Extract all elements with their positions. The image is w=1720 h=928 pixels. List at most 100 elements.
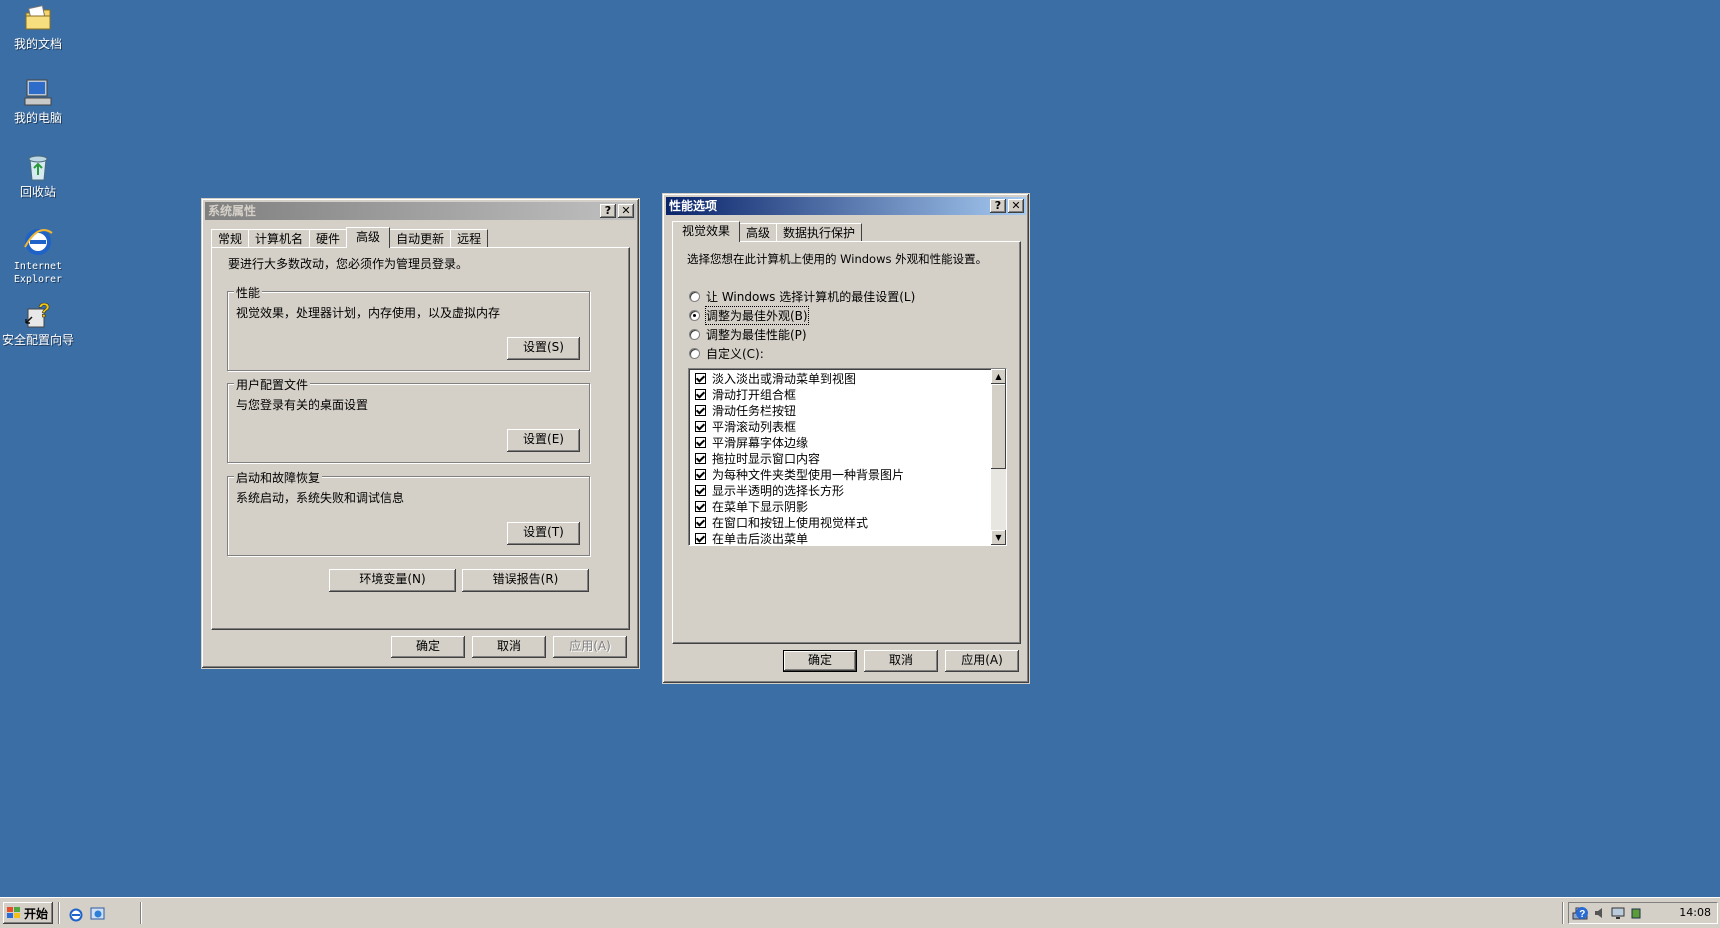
system-tray: ? 14:08 xyxy=(1568,902,1718,924)
sysprops-tabs: 常规 计算机名 硬件 高级 自动更新 远程 xyxy=(211,227,489,248)
visual-effects-list[interactable]: 淡入淡出或滑动菜单到视图 滑动打开组合框 滑动任务栏按钮 平滑滚动列表框 平滑屏… xyxy=(688,368,1007,546)
user-profiles-settings-button[interactable]: 设置(E) xyxy=(507,429,580,452)
desktop-icon-my-computer[interactable]: 我的电脑 xyxy=(0,77,83,125)
tab-advanced[interactable]: 高级 xyxy=(346,227,391,248)
group-title: 性能 xyxy=(234,284,263,301)
list-item[interactable]: 为每种文件夹类型使用一种背景图片 xyxy=(695,467,905,482)
taskbar: 开始 ? 14:08 xyxy=(0,897,1720,928)
desktop: 我的文档 我的电脑 回收站 Internet Explorer ? 安全配置向导… xyxy=(0,0,1720,897)
admin-note: 要进行大多数改动，您必须作为管理员登录。 xyxy=(228,257,469,271)
group-title: 启动和故障恢复 xyxy=(234,469,323,486)
desktop-icon-recycle-bin[interactable]: 回收站 xyxy=(0,151,83,199)
close-button[interactable]: ✕ xyxy=(1008,199,1024,213)
tab-visual-effects[interactable]: 视觉效果 xyxy=(672,221,741,242)
list-item-label: 在菜单下显示阴影 xyxy=(712,499,809,514)
tab-remote[interactable]: 远程 xyxy=(450,229,489,247)
error-reporting-button[interactable]: 错误报告(R) xyxy=(462,569,589,592)
environment-variables-button[interactable]: 环境变量(N) xyxy=(329,569,456,592)
checkbox[interactable] xyxy=(695,500,706,512)
security-wizard-icon: ? xyxy=(22,299,54,331)
radio-let-windows-choose[interactable]: 让 Windows 选择计算机的最佳设置(L) xyxy=(689,288,915,305)
desktop-icon-security-wizard[interactable]: ? 安全配置向导 xyxy=(0,299,83,347)
visual-effects-tab-panel: 选择您想在此计算机上使用的 Windows 外观和性能设置。 让 Windows… xyxy=(672,241,1021,644)
startup-recovery-group: 启动和故障恢复 系统启动，系统失败和调试信息 设置(T) xyxy=(227,469,590,556)
show-desktop-quicklaunch-icon[interactable] xyxy=(90,906,106,922)
window-title: 系统属性 xyxy=(208,204,257,218)
desktop-icon-label: 回收站 xyxy=(19,185,56,199)
performance-options-window: 性能选项 ? ✕ 视觉效果 高级 数据执行保护 选择您想在此计算机上使用的 Wi… xyxy=(662,193,1030,684)
checkbox[interactable] xyxy=(695,484,706,496)
tab-advanced[interactable]: 高级 xyxy=(739,223,778,241)
checkbox[interactable] xyxy=(695,532,706,544)
checkbox[interactable] xyxy=(695,388,706,400)
close-button[interactable]: ✕ xyxy=(618,204,634,218)
clock[interactable]: 14:08 xyxy=(1679,906,1711,919)
list-item[interactable]: 在单击后淡出菜单 xyxy=(695,531,808,545)
desktop-icon-internet-explorer[interactable]: Internet Explorer xyxy=(0,225,83,286)
list-item[interactable]: 淡入淡出或滑动菜单到视图 xyxy=(695,371,856,386)
radio-circle xyxy=(689,291,700,302)
tab-hardware[interactable]: 硬件 xyxy=(309,229,348,247)
checkbox[interactable] xyxy=(695,404,706,416)
tab-automatic-updates[interactable]: 自动更新 xyxy=(389,229,452,247)
quick-launch-separator xyxy=(58,902,60,924)
start-button[interactable]: 开始 xyxy=(3,902,53,924)
list-item[interactable]: 显示半透明的选择长方形 xyxy=(695,483,844,498)
cancel-button[interactable]: 取消 xyxy=(864,650,938,672)
intro-text: 选择您想在此计算机上使用的 Windows 外观和性能设置。 xyxy=(687,252,988,266)
desktop-icon-label: Internet Explorer xyxy=(13,261,63,285)
cancel-button[interactable]: 取消 xyxy=(472,636,546,658)
perfopts-tabs: 视觉效果 高级 数据执行保护 xyxy=(672,221,863,242)
tab-computer-name[interactable]: 计算机名 xyxy=(248,229,311,247)
desktop-icon-label: 我的电脑 xyxy=(13,111,62,125)
list-item[interactable]: 平滑屏幕字体边缘 xyxy=(695,435,808,450)
list-item[interactable]: 滑动任务栏按钮 xyxy=(695,403,797,418)
list-item[interactable]: 平滑滚动列表框 xyxy=(695,419,797,434)
startup-recovery-settings-button[interactable]: 设置(T) xyxy=(507,522,580,545)
checkbox[interactable] xyxy=(695,436,706,448)
radio-best-performance[interactable]: 调整为最佳性能(P) xyxy=(689,326,807,343)
list-item[interactable]: 在窗口和按钮上使用视觉样式 xyxy=(695,515,868,530)
list-item[interactable]: 拖拉时显示窗口内容 xyxy=(695,451,820,466)
help-tray-icon[interactable]: ? xyxy=(1575,906,1589,920)
security-tray-icon[interactable] xyxy=(1629,906,1643,920)
desktop-icon-my-documents[interactable]: 我的文档 xyxy=(0,3,83,51)
list-item-label: 滑动任务栏按钮 xyxy=(712,403,797,418)
performance-options-titlebar[interactable]: 性能选项 ? ✕ xyxy=(666,197,1026,215)
radio-label: 调整为最佳性能(P) xyxy=(706,328,807,342)
internet-explorer-quicklaunch-icon[interactable] xyxy=(68,906,84,922)
list-item[interactable]: 滑动打开组合框 xyxy=(695,387,796,402)
help-button[interactable]: ? xyxy=(990,199,1006,213)
checkbox[interactable] xyxy=(695,468,706,480)
scroll-up-arrow-icon[interactable]: ▲ xyxy=(991,369,1006,384)
help-button[interactable]: ? xyxy=(600,204,616,218)
list-item-label: 为每种文件夹类型使用一种背景图片 xyxy=(712,467,905,482)
tab-data-execution-prevention[interactable]: 数据执行保护 xyxy=(776,223,863,241)
group-title: 用户配置文件 xyxy=(234,376,311,393)
ok-button[interactable]: 确定 xyxy=(391,636,465,658)
apply-button[interactable]: 应用(A) xyxy=(553,636,627,658)
scroll-down-arrow-icon[interactable]: ▼ xyxy=(991,530,1006,545)
list-scrollbar[interactable]: ▲ ▼ xyxy=(991,369,1006,545)
list-item-label: 平滑滚动列表框 xyxy=(712,419,797,434)
scroll-thumb[interactable] xyxy=(991,384,1006,469)
checkbox[interactable] xyxy=(695,420,706,432)
user-profiles-group: 用户配置文件 与您登录有关的桌面设置 设置(E) xyxy=(227,376,590,463)
list-item[interactable]: 在菜单下显示阴影 xyxy=(695,499,809,514)
radio-best-appearance[interactable]: 调整为最佳外观(B) xyxy=(689,306,809,325)
performance-settings-button[interactable]: 设置(S) xyxy=(507,337,580,360)
monitor-tray-icon[interactable] xyxy=(1611,906,1625,920)
tab-general[interactable]: 常规 xyxy=(211,229,250,247)
volume-tray-icon[interactable] xyxy=(1593,906,1607,920)
performance-group: 性能 视觉效果，处理器计划，内存使用，以及虚拟内存 设置(S) xyxy=(227,284,590,371)
computer-icon xyxy=(22,77,54,109)
checkbox[interactable] xyxy=(695,372,706,384)
checkbox[interactable] xyxy=(695,452,706,464)
system-properties-titlebar[interactable]: 系统属性 ? ✕ xyxy=(205,202,636,220)
radio-circle xyxy=(689,329,700,340)
ok-button[interactable]: 确定 xyxy=(783,650,857,672)
radio-custom[interactable]: 自定义(C): xyxy=(689,345,764,362)
checkbox[interactable] xyxy=(695,516,706,528)
apply-button[interactable]: 应用(A) xyxy=(945,650,1019,672)
tray-separator xyxy=(1562,902,1564,924)
